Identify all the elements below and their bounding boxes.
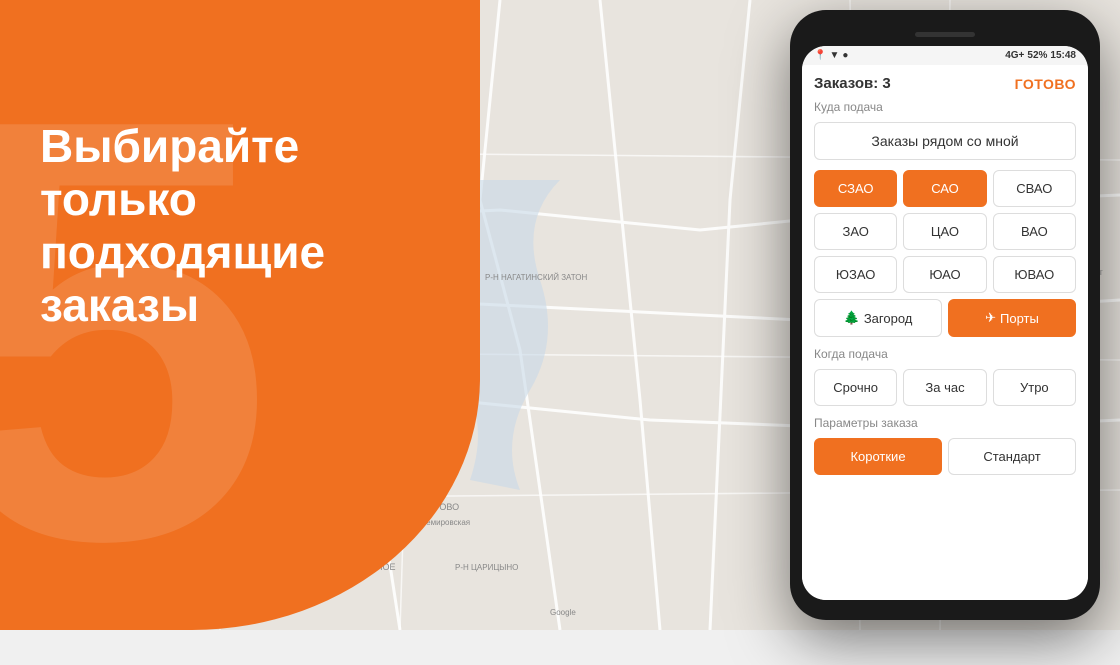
district-btn-vao[interactable]: ВАО (993, 213, 1076, 250)
phone-mockup: 📍 ▼ ● 4G+ 52% 15:48 Заказов: 3 ГОТОВО (790, 10, 1100, 620)
params-label: Параметры заказа (814, 416, 1076, 430)
ports-button[interactable]: ✈ Порты (948, 299, 1076, 337)
when-label: Когда подача (814, 347, 1076, 361)
district-btn-svao[interactable]: СВАО (993, 170, 1076, 207)
district-btn-szao[interactable]: СЗАО (814, 170, 897, 207)
status-right: 4G+ 52% 15:48 (1005, 50, 1076, 61)
district-btn-yuzao[interactable]: ЮЗАО (814, 256, 897, 293)
orders-count-label: Заказов: 3 (814, 75, 891, 92)
plane-icon: ✈ (985, 310, 996, 326)
time-hour[interactable]: За час (903, 369, 986, 406)
district-btn-sao[interactable]: САО (903, 170, 986, 207)
location-icon: 📍 (814, 50, 826, 61)
districts-grid: СЗАО САО СВАО ЗАО ЦАО ВАО ЮЗАО ЮАО ЮВАО (814, 170, 1076, 293)
phone-screen: 📍 ▼ ● 4G+ 52% 15:48 Заказов: 3 ГОТОВО (802, 46, 1088, 600)
status-bar: 📍 ▼ ● 4G+ 52% 15:48 (802, 46, 1088, 65)
svg-text:Р-Н НАГАТИНСКИЙ ЗАТОН: Р-Н НАГАТИНСКИЙ ЗАТОН (485, 273, 587, 282)
district-btn-yuao[interactable]: ЮАО (903, 256, 986, 293)
battery-level: 52% (1027, 50, 1047, 61)
params-grid: Короткие Стандарт (814, 438, 1076, 475)
left-content: Выбирайте только подходящие заказы (40, 120, 460, 332)
when-section: Когда подача Срочно За час Утро (814, 347, 1076, 406)
time-morning[interactable]: Утро (993, 369, 1076, 406)
signal-icon: ● (842, 50, 848, 61)
main-title: Выбирайте только подходящие заказы (40, 120, 460, 332)
time-grid: Срочно За час Утро (814, 369, 1076, 406)
title-line2: подходящие заказы (40, 226, 325, 331)
title-line1: Выбирайте только (40, 120, 299, 225)
param-short[interactable]: Короткие (814, 438, 942, 475)
pickup-label: Куда подача (814, 100, 1076, 114)
district-btn-tsao[interactable]: ЦАО (903, 213, 986, 250)
clock: 15:48 (1050, 50, 1076, 61)
wifi-icon: ▼ (829, 50, 839, 61)
countryside-button[interactable]: 🌲 Загород (814, 299, 942, 337)
svg-text:Р-Н ЦАРИЦЫНО: Р-Н ЦАРИЦЫНО (455, 563, 518, 572)
time-urgent[interactable]: Срочно (814, 369, 897, 406)
nearby-button[interactable]: Заказы рядом со мной (814, 122, 1076, 160)
district-btn-yuvao[interactable]: ЮВАО (993, 256, 1076, 293)
params-section: Параметры заказа Короткие Стандарт (814, 416, 1076, 475)
phone-speaker (915, 32, 975, 37)
param-standard[interactable]: Стандарт (948, 438, 1076, 475)
phone-frame: 📍 ▼ ● 4G+ 52% 15:48 Заказов: 3 ГОТОВО (790, 10, 1100, 620)
tree-icon: 🌲 (844, 310, 860, 326)
phone-notch (802, 22, 1088, 46)
app-content: Заказов: 3 ГОТОВО Куда подача Заказы ряд… (802, 65, 1088, 600)
svg-text:Google: Google (550, 608, 576, 617)
district-btn-zao[interactable]: ЗАО (814, 213, 897, 250)
countryside-label: Загород (864, 311, 913, 326)
app-header: Заказов: 3 ГОТОВО (814, 75, 1076, 92)
ports-label: Порты (1000, 311, 1039, 326)
status-left: 📍 ▼ ● (814, 50, 848, 61)
ready-button[interactable]: ГОТОВО (1015, 76, 1076, 92)
network-indicator: 4G+ (1005, 50, 1024, 61)
special-row: 🌲 Загород ✈ Порты (814, 299, 1076, 337)
